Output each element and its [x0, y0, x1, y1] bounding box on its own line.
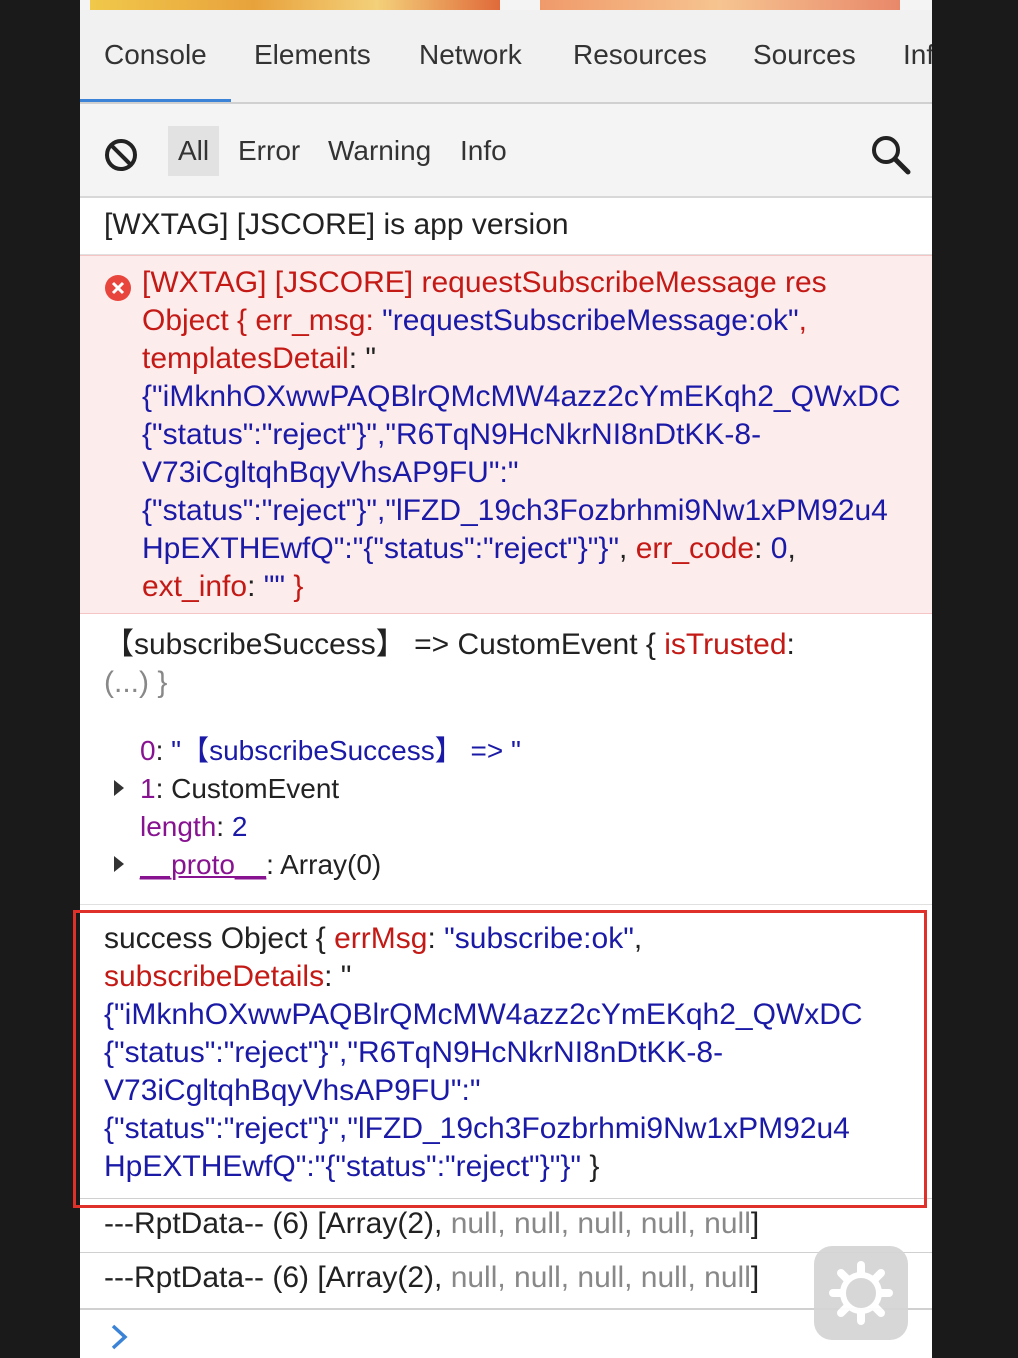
log-entry-error: [WXTAG] [JSCORE] requestSubscribeMessage…: [80, 255, 932, 614]
rpt-prefix: ---RptData-- (6) [Array(2),: [104, 1207, 451, 1240]
log-entry-rptdata: ---RptData-- (6) [Array(2), null, null, …: [80, 1198, 932, 1253]
tree-key: length: [140, 811, 217, 842]
value-line: V73iCgltqhBqyVhsAP9FU":": [142, 456, 519, 489]
log-text: [WXTAG] [JSCORE] is app version: [104, 208, 569, 241]
filter-info[interactable]: Info: [450, 126, 517, 176]
page-banner-strip: [80, 0, 932, 10]
chevron-right-icon: [111, 1324, 128, 1350]
separator: : ": [348, 342, 377, 375]
expand-triangle-icon[interactable]: [114, 856, 124, 872]
vconsole-toggle-button[interactable]: [814, 1246, 908, 1340]
value-line: HpEXTHEwfQ":"{"status":"reject"}"}": [142, 532, 620, 565]
clear-console-icon[interactable]: [104, 138, 138, 172]
tree-value: "【subscribeSuccess】 => ": [171, 735, 521, 766]
tab-console[interactable]: Console: [80, 10, 231, 102]
value-err-msg: "requestSubscribeMessage:ok": [382, 304, 799, 337]
tree-row-1[interactable]: 1: CustomEvent: [140, 770, 339, 808]
log-entry-success: success Object { errMsg: "subscribe:ok",…: [80, 912, 932, 1198]
key-subscribe-details: subscribeDetails: [104, 960, 325, 993]
log-text: ---RptData-- (6) [Array(2), null, null, …: [104, 1259, 759, 1297]
tab-resources[interactable]: Resources: [573, 10, 707, 102]
tree-row-proto[interactable]: __proto__: Array(0): [140, 846, 381, 884]
separator: ,: [619, 532, 636, 565]
separator: ,: [633, 922, 643, 955]
log-entry-app-version: [WXTAG] [JSCORE] is app version: [80, 198, 932, 255]
console-toolbar: All Error Warning Info: [80, 104, 932, 198]
console-input[interactable]: [80, 1308, 932, 1358]
value-line: {"status":"reject"}","lFZD_19ch3Fozbrhmi…: [142, 494, 888, 527]
value-err-code: 0: [770, 532, 788, 565]
closing-brace: }: [581, 1150, 600, 1183]
closing-brace: }: [285, 570, 304, 603]
value-line: {"status":"reject"}","R6TqN9HcNkrNI8nDtK…: [104, 1036, 724, 1069]
custom-event-header[interactable]: 【subscribeSuccess】 => CustomEvent { isTr…: [104, 626, 914, 702]
tab-sources[interactable]: Sources: [753, 10, 856, 102]
tree-key: 1: [140, 773, 156, 804]
tree-row-0: 0: "【subscribeSuccess】 => ": [140, 732, 521, 770]
error-icon: [105, 275, 131, 301]
banner-image-left: [90, 0, 500, 10]
rpt-nulls: null, null, null, null, null: [450, 1207, 751, 1240]
settings-tool-icon: [829, 1261, 893, 1325]
value-err-msg: "subscribe:ok": [444, 922, 634, 955]
separator: :: [155, 773, 172, 804]
value-line: {"status":"reject"}","lFZD_19ch3Fozbrhmi…: [104, 1112, 850, 1145]
collapsed-value: (...) }: [104, 666, 168, 699]
tree-row-length: length: 2: [140, 808, 247, 846]
object-label: success Object {: [104, 922, 335, 955]
tree-key: 0: [140, 735, 156, 766]
separator: :: [155, 735, 172, 766]
separator: :: [365, 304, 383, 337]
log-entry-rptdata: ---RptData-- (6) [Array(2), null, null, …: [80, 1252, 932, 1307]
log-entry-custom-event: 【subscribeSuccess】 => CustomEvent { isTr…: [80, 614, 932, 905]
separator: :: [216, 811, 232, 842]
value-line: {"status":"reject"}","R6TqN9HcNkrNI8nDtK…: [142, 418, 762, 451]
value-line: V73iCgltqhBqyVhsAP9FU":": [104, 1074, 481, 1107]
separator: :: [754, 532, 771, 565]
devtools-tab-bar: Console Elements Network Resources Sourc…: [80, 10, 932, 104]
key-is-trusted: isTrusted: [664, 628, 787, 661]
tree-value: Array(0): [280, 849, 382, 880]
error-message: [WXTAG] [JSCORE] requestSubscribeMessage…: [142, 264, 932, 606]
rpt-prefix: ---RptData-- (6) [Array(2),: [104, 1261, 451, 1294]
key-err-msg: errMsg: [334, 922, 428, 955]
value-line: {"iMknhOXwwPAQBlrQMcMW4azz2cYmEKqh2_QWxD…: [142, 380, 901, 413]
rpt-suffix: ]: [750, 1207, 760, 1240]
tree-value: CustomEvent: [171, 773, 340, 804]
vconsole-panel: Console Elements Network Resources Sourc…: [80, 0, 932, 1358]
rpt-nulls: null, null, null, null, null: [450, 1261, 751, 1294]
tab-info[interactable]: Inf: [903, 10, 932, 102]
tree-value: 2: [231, 811, 248, 842]
object-label: Object {: [142, 304, 256, 337]
log-text: ---RptData-- (6) [Array(2), null, null, …: [104, 1205, 759, 1243]
filter-all[interactable]: All: [168, 126, 220, 176]
separator: :: [427, 922, 445, 955]
expand-triangle-icon[interactable]: [114, 780, 124, 796]
event-label: 【subscribeSuccess】 =>: [104, 628, 458, 661]
value-line: {"iMknhOXwwPAQBlrQMcMW4azz2cYmEKqh2_QWxD…: [104, 998, 863, 1031]
filter-warning[interactable]: Warning: [318, 126, 441, 176]
error-title: [WXTAG] [JSCORE] requestSubscribeMessage…: [142, 266, 827, 299]
value-ext-info: "": [263, 570, 286, 603]
separator: ,: [798, 304, 807, 337]
tree-key: __proto__: [140, 849, 267, 880]
tab-network[interactable]: Network: [419, 10, 522, 102]
key-templates-detail: templatesDetail: [142, 342, 349, 375]
object-type: CustomEvent {: [457, 628, 665, 661]
rpt-suffix: ]: [750, 1261, 760, 1294]
key-err-code: err_code: [635, 532, 755, 565]
separator: ,: [787, 532, 796, 565]
success-message: success Object { errMsg: "subscribe:ok",…: [104, 920, 910, 1186]
separator: : ": [324, 960, 352, 993]
banner-image-right: [540, 0, 900, 10]
separator: :: [247, 570, 264, 603]
key-err-msg: err_msg: [255, 304, 366, 337]
separator: :: [266, 849, 281, 880]
value-line: HpEXTHEwfQ":"{"status":"reject"}"}": [104, 1150, 582, 1183]
key-ext-info: ext_info: [142, 570, 248, 603]
filter-error[interactable]: Error: [228, 126, 310, 176]
search-icon[interactable]: [868, 132, 912, 176]
tab-elements[interactable]: Elements: [254, 10, 371, 102]
separator: :: [786, 628, 795, 661]
